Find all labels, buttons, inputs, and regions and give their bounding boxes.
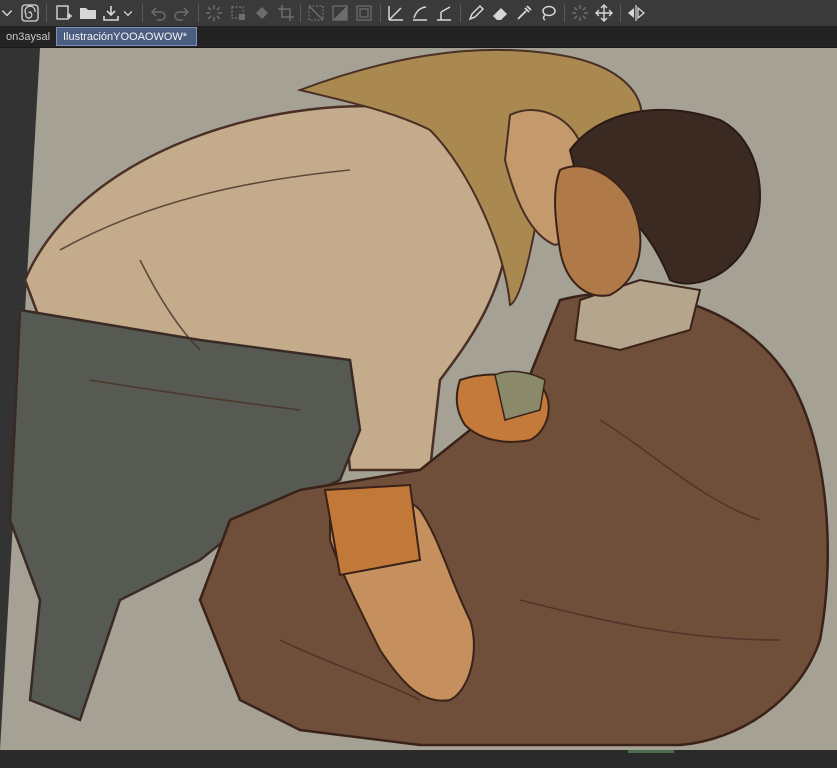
toolbar-separator: [300, 4, 301, 22]
flip-icon[interactable]: [626, 3, 646, 23]
brush-ruler-icon[interactable]: [410, 3, 430, 23]
toolbar-separator: [142, 4, 143, 22]
tab-document-2-active[interactable]: IlustraciónYOOAOWOW*: [56, 27, 197, 46]
move-icon[interactable]: [594, 3, 614, 23]
lasso-icon[interactable]: [538, 3, 558, 23]
toolbar-separator: [460, 4, 461, 22]
top-toolbar: [0, 0, 837, 27]
crop-icon[interactable]: [276, 3, 296, 23]
open-folder-icon[interactable]: [78, 3, 98, 23]
select-all-icon[interactable]: [228, 3, 248, 23]
fill-selection-icon[interactable]: [330, 3, 350, 23]
rotate-icon[interactable]: [570, 3, 590, 23]
save-dropdown-icon[interactable]: [121, 3, 135, 23]
status-bar-accent: [628, 750, 674, 753]
dropdown-chevron-icon[interactable]: [0, 3, 14, 23]
document-tabs: on3aysal IlustraciónYOOAOWOW*: [0, 26, 837, 48]
toolbar-separator: [198, 4, 199, 22]
toolbar-separator: [46, 4, 47, 22]
save-export-icon[interactable]: [101, 3, 121, 23]
ruler-icon[interactable]: [386, 3, 406, 23]
fill-bucket-icon[interactable]: [252, 3, 272, 23]
undo-icon[interactable]: [148, 3, 168, 23]
loading-spinner-icon: [204, 3, 224, 23]
canvas-artwork[interactable]: [0, 48, 837, 750]
toolbar-separator: [380, 4, 381, 22]
eyedropper-icon[interactable]: [514, 3, 534, 23]
tab-document-1[interactable]: on3aysal: [0, 27, 55, 46]
toolbar-separator: [564, 4, 565, 22]
clear-icon[interactable]: [306, 3, 326, 23]
tab-label: on3aysal: [6, 30, 51, 43]
pen-icon[interactable]: [466, 3, 486, 23]
line-ruler-icon[interactable]: [434, 3, 454, 23]
tab-label: IlustraciónYOOAOWOW*: [63, 30, 188, 43]
new-canvas-icon[interactable]: [54, 3, 74, 23]
status-bar: [0, 750, 837, 768]
border-icon[interactable]: [354, 3, 374, 23]
spiral-logo-icon[interactable]: [20, 3, 40, 23]
eraser-icon[interactable]: [490, 3, 510, 23]
toolbar-separator: [620, 4, 621, 22]
canvas-workspace[interactable]: [0, 48, 837, 750]
redo-icon[interactable]: [172, 3, 192, 23]
